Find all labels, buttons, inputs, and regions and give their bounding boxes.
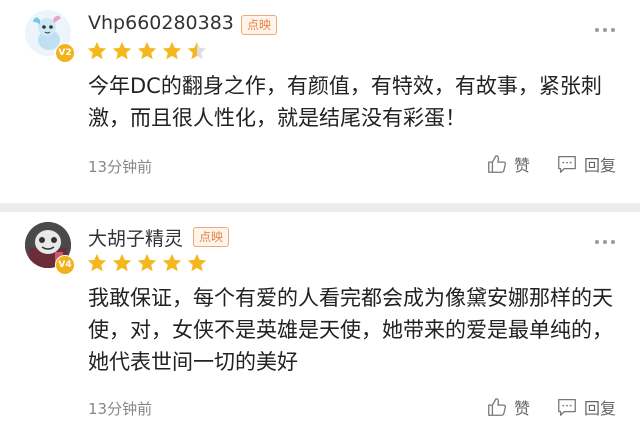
screening-tag: 点映: [193, 227, 230, 247]
comment-card: V2 Vhp660280383 点映 今年DC的翻身之作，有颜值，有特效，有故事…: [0, 0, 640, 201]
like-label: 赞: [514, 399, 531, 418]
star-icon: [162, 41, 182, 60]
reply-label: 回复: [584, 399, 617, 418]
star-icon: [137, 253, 157, 272]
comment-text: 今年DC的翻身之作，有颜值，有特效，有故事，紧张刺激，而且很人性化，就是结尾没有…: [88, 74, 602, 130]
reply-button[interactable]: 回复: [556, 395, 616, 419]
rating-stars: [86, 252, 208, 274]
like-button[interactable]: 赞: [486, 395, 530, 419]
star-icon: [187, 41, 207, 60]
rating-stars: [86, 40, 208, 62]
more-icon[interactable]: [595, 240, 615, 244]
comment-text: 我敢保证，每个有爱的人看完都会成为像黛安娜那样的天使，对，女侠不是英雄是天使，她…: [88, 286, 613, 374]
username[interactable]: Vhp660280383: [88, 12, 234, 34]
star-icon: [162, 253, 182, 272]
username[interactable]: 大胡子精灵: [88, 224, 183, 251]
like-label: 赞: [514, 156, 531, 175]
star-icon: [112, 253, 132, 272]
thumbs-up-icon: [488, 155, 506, 173]
star-icon: [87, 253, 107, 272]
like-button[interactable]: 赞: [486, 152, 530, 176]
comment-time: 13分钟前: [88, 158, 153, 176]
reply-icon: [558, 399, 576, 416]
screening-tag: 点映: [241, 15, 278, 35]
level-badge: V4: [55, 255, 75, 275]
star-icon: [137, 41, 157, 60]
star-icon: [187, 253, 207, 272]
comment-time: 13分钟前: [88, 400, 153, 418]
thumbs-up-icon: [488, 398, 506, 416]
more-icon[interactable]: [595, 28, 615, 32]
reply-button[interactable]: 回复: [556, 152, 616, 176]
reply-label: 回复: [584, 156, 617, 175]
section-divider: [0, 203, 640, 212]
level-badge: V2: [55, 43, 75, 63]
star-icon: [112, 41, 132, 60]
star-icon: [87, 41, 107, 60]
comment-card: V4 大胡子精灵 点映 我敢保证，每个有爱的人看完都会成为像黛安娜那样的天使，对…: [0, 212, 640, 437]
reply-icon: [558, 156, 576, 173]
